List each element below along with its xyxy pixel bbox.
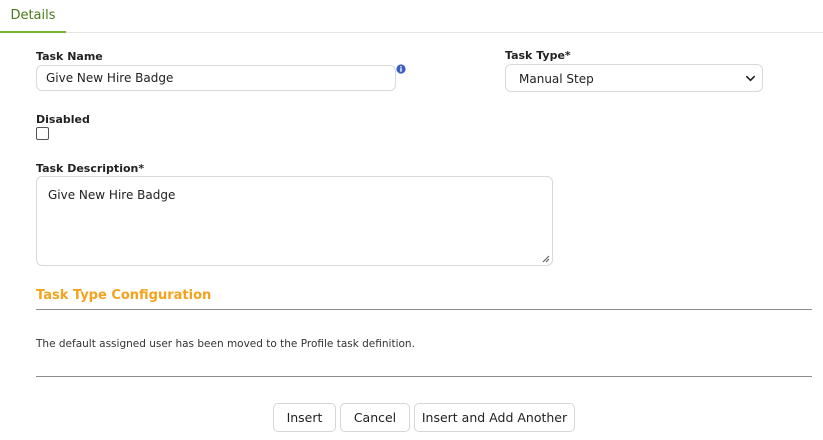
tab-details[interactable]: Details	[0, 0, 66, 33]
task-type-configuration-heading: Task Type Configuration	[36, 288, 212, 303]
chevron-down-icon	[746, 75, 755, 82]
section-divider-top	[36, 309, 812, 310]
resize-grip-icon[interactable]	[542, 255, 550, 263]
tab-bar: Details	[0, 0, 823, 33]
task-type-selected-value: Manual Step	[519, 72, 594, 86]
task-name-input[interactable]	[36, 65, 396, 91]
task-type-select[interactable]: Manual Step	[505, 64, 763, 92]
insert-button[interactable]: Insert	[273, 403, 336, 432]
task-description-label: Task Description*	[36, 162, 145, 175]
task-type-label: Task Type*	[505, 49, 571, 62]
disabled-label: Disabled	[36, 113, 90, 126]
configuration-message: The default assigned user has been moved…	[36, 338, 415, 350]
task-description-value: Give New Hire Badge	[48, 188, 176, 202]
task-description-textarea[interactable]: Give New Hire Badge	[36, 176, 553, 266]
cancel-button[interactable]: Cancel	[340, 403, 410, 432]
info-icon[interactable]	[396, 64, 406, 74]
disabled-checkbox[interactable]	[36, 127, 49, 140]
insert-and-add-another-button[interactable]: Insert and Add Another	[414, 403, 575, 432]
task-name-label: Task Name	[36, 50, 103, 63]
section-divider-bottom	[36, 376, 812, 377]
